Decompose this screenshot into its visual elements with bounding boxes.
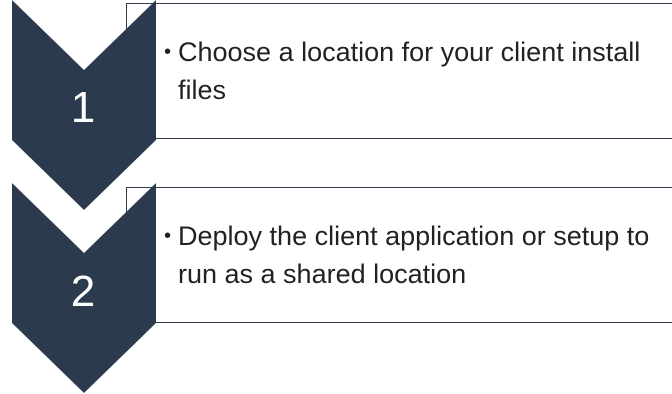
step-1-bullet: • [164,41,172,63]
step-2-text: Deploy the client application or setup t… [178,221,650,289]
step-2-text-block: • Deploy the client application or setup… [164,217,672,293]
process-diagram: 1 • Choose a location for your client in… [0,0,672,394]
step-1-number: 1 [70,83,96,132]
step-1-text-block: • Choose a location for your client inst… [164,33,672,109]
step-1-text: Choose a location for your client instal… [178,37,641,105]
step-2-number: 2 [70,267,96,316]
step-2-bullet: • [164,225,172,247]
